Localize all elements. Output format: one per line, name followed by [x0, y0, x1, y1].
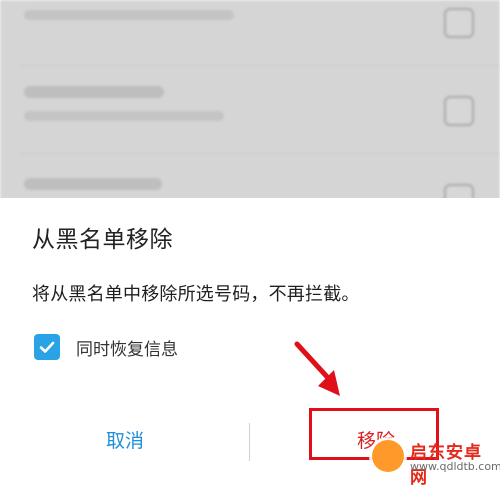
- watermark-url: www.qdldtb.com: [410, 460, 500, 473]
- annotation-arrow-icon: [294, 341, 340, 396]
- watermark-logo: 启东安卓网 www.qdldtb.com: [368, 434, 500, 488]
- watermark-badge-icon: [372, 440, 404, 472]
